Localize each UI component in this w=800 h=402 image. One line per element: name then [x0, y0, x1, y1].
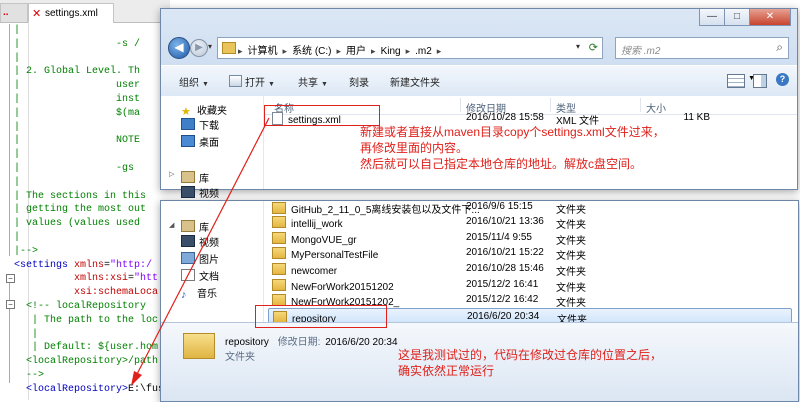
annotation-arrow — [131, 117, 270, 386]
arrow-head-icon — [131, 371, 142, 386]
arrow-line — [135, 117, 270, 377]
